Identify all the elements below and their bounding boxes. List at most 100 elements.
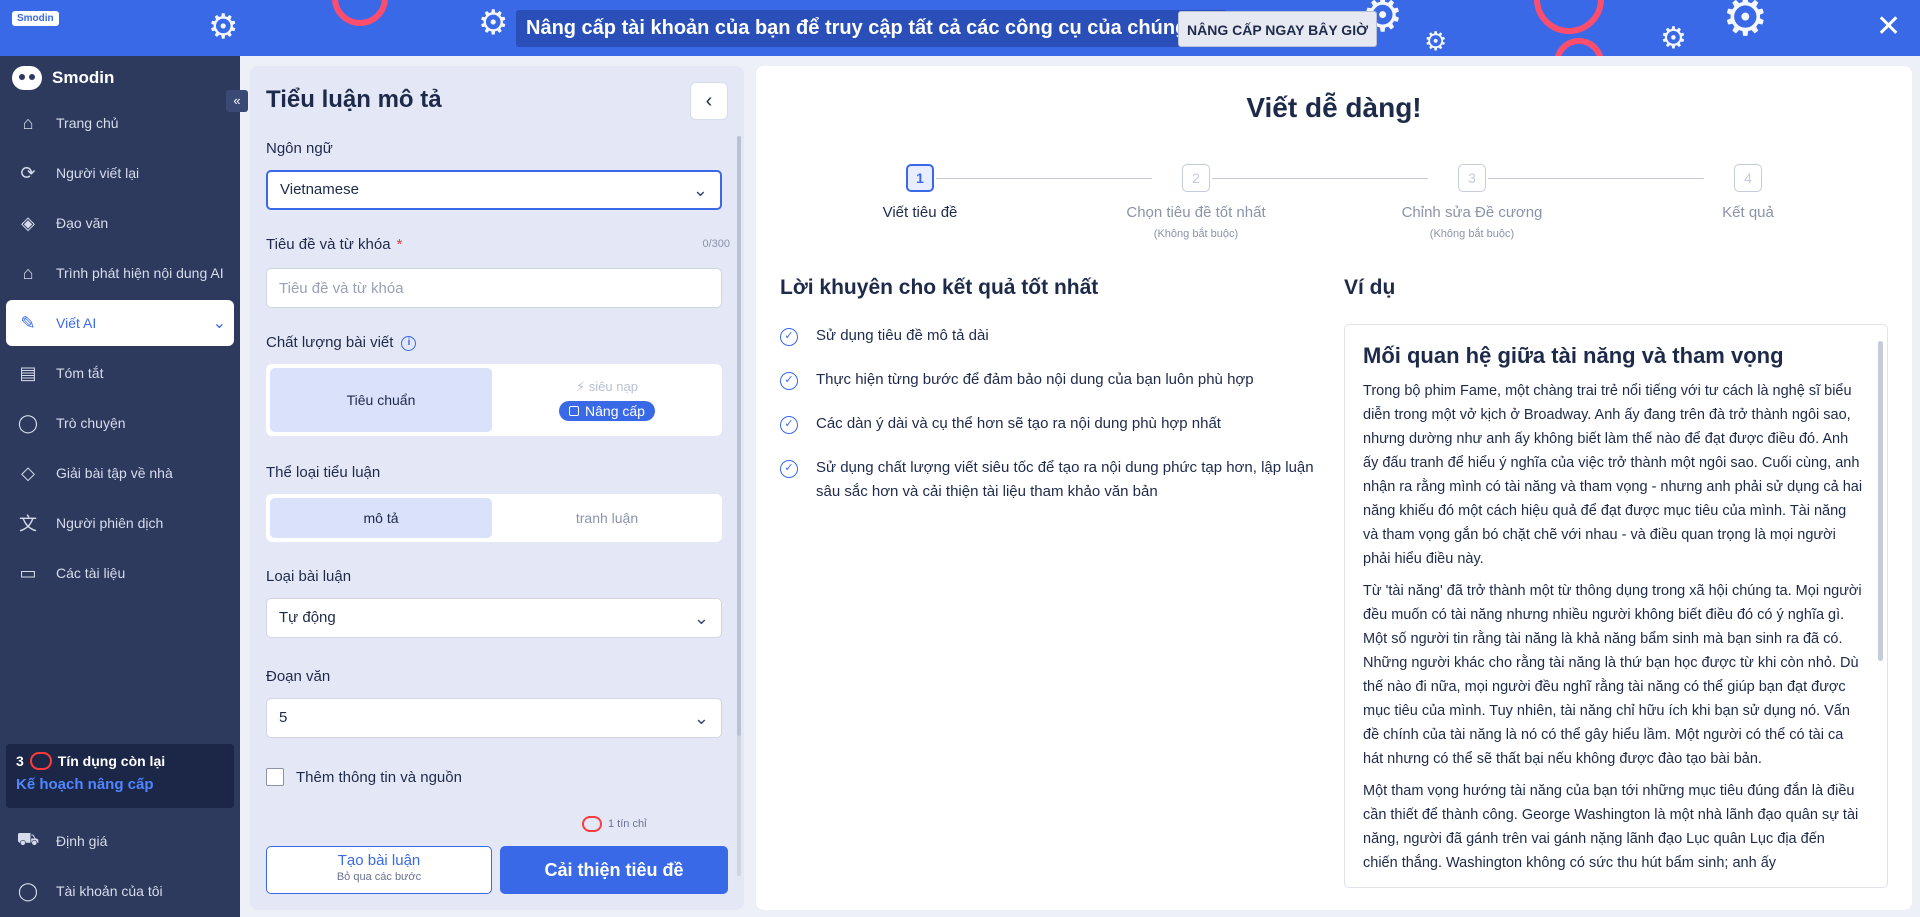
quality-upgrade-pill[interactable]: Nâng cấp [559, 401, 655, 421]
home-icon: ⌂ [22, 112, 34, 133]
quality-standard-option[interactable]: Tiêu chuẩn [270, 368, 492, 432]
sidebar-item-rewriter[interactable]: ⟳ Người viết lại [0, 148, 240, 198]
language-select[interactable]: Vietnamese ⌄ [266, 170, 722, 210]
credits-box: 3 Tín dụng còn lại Kế hoạch nâng cấp [6, 744, 234, 808]
folder-icon: ▭ [19, 562, 37, 583]
create-essay-button[interactable]: Tạo bài luận Bỏ qua các bước [266, 846, 492, 894]
chevron-down-icon: ⌄ [212, 315, 226, 332]
sidebar-item-ai-writer[interactable]: ✎ Viết AI ⌄ [6, 300, 234, 346]
check-circle-icon: ✓ [780, 328, 798, 346]
extra-info-label: Thêm thông tin và nguồn [296, 768, 462, 786]
sidebar-item-documents[interactable]: ▭ Các tài liệu [0, 548, 240, 598]
sidebar-item-label: Trò chuyện [56, 415, 126, 431]
smodin-logo-icon [12, 66, 42, 90]
paragraph-select[interactable]: 5 ⌄ [266, 698, 722, 738]
check-circle-icon: ✓ [780, 460, 798, 478]
improve-title-button[interactable]: Cải thiện tiêu đề [500, 846, 728, 894]
paragraph-value: 5 [279, 709, 288, 726]
upgrade-plan-link[interactable]: Kế hoạch nâng cấp [16, 776, 224, 793]
info-icon[interactable]: i [401, 335, 417, 351]
sidebar-item-label: Đạo văn [56, 215, 109, 231]
homework-icon: ◇ [21, 462, 35, 483]
lock-icon [569, 406, 580, 416]
ai-writer-icon: ✎ [20, 312, 36, 333]
essay-type-select[interactable]: Tự động ⌄ [266, 598, 722, 638]
sidebar-item-label: Tài khoản của tôi [56, 883, 163, 899]
extra-info-option[interactable]: Thêm thông tin và nguồn [266, 768, 462, 786]
cost-indicator: 1 tín chỉ [582, 816, 647, 832]
quality-super-option[interactable]: ⚡ siêu nạp Nâng cấp [496, 368, 718, 432]
step-2-sub: (Không bắt buộc) [1153, 228, 1239, 240]
sidebar-item-ai-detector[interactable]: ⌂ Trình phát hiện nội dung AI [0, 248, 240, 298]
step-3-sub: (Không bắt buộc) [1429, 228, 1515, 240]
decor-circle [1554, 38, 1604, 56]
scrollbar-thumb[interactable] [737, 136, 741, 736]
main-content: Viết dễ dàng! 1 Viết tiêu đề 2 Chọn tiêu… [756, 66, 1912, 910]
step-connector [1488, 178, 1704, 179]
example-heading: Mối quan hệ giữa tài năng và tham vọng [1363, 343, 1784, 368]
close-icon[interactable]: ✕ [1876, 12, 1901, 42]
genre-descriptive-option[interactable]: mô tả [270, 498, 492, 538]
example-scrollbar[interactable] [1878, 341, 1883, 661]
check-circle-icon: ✓ [780, 372, 798, 390]
step-4-number: 4 [1734, 164, 1762, 192]
sidebar-item-pricing[interactable]: ⛟ Định giá [0, 816, 240, 866]
tips-list: ✓ Sử dụng tiêu đề mô tả dài ✓ Thực hiện từ… [780, 324, 1320, 524]
extra-info-checkbox[interactable] [266, 768, 284, 786]
chevron-down-icon: ⌄ [693, 708, 709, 728]
gear-icon: ⚙ [1722, 0, 1769, 47]
hero-title: Viết dễ dàng! [1246, 92, 1422, 123]
plagiarism-icon: ◈ [21, 212, 35, 233]
tip-item: ✓ Thực hiện từng bước để đảm bảo nội dung… [780, 368, 1320, 392]
gear-icon: ⚙ [1660, 22, 1687, 55]
step-2-label: Chọn tiêu đề tốt nhất [1126, 204, 1266, 221]
quality-label: Chất lượng bài viết i [266, 334, 417, 351]
credits-count: 3 [16, 753, 24, 769]
sidebar-item-homework[interactable]: ◇ Giải bài tập về nhà [0, 448, 240, 498]
example-essay[interactable]: Mối quan hệ giữa tài năng và tham vọng T… [1344, 324, 1888, 888]
example-title: Ví dụ [1344, 276, 1396, 299]
sidebar-item-plagiarism[interactable]: ◈ Đạo văn [0, 198, 240, 248]
sidebar: Smodin « ⌂ Trang chủ ⟳ Người viết lại ◈ … [0, 56, 248, 917]
step-4-label: Kết quả [1722, 204, 1774, 221]
sidebar-item-account[interactable]: ◯ Tài khoản của tôi [0, 866, 240, 916]
collapse-sidebar-icon[interactable]: « [226, 90, 248, 112]
tip-text: Sử dụng tiêu đề mô tả dài [816, 327, 989, 344]
gear-icon: ⚙ [478, 4, 509, 42]
genre-argument-option[interactable]: tranh luận [496, 498, 718, 538]
step-3-label: Chỉnh sửa Đề cương [1401, 204, 1543, 221]
tip-text: Các dàn ý dài và cụ thể hơn sẽ tạo ra nộ… [816, 415, 1221, 432]
title-char-counter: 0/300 [702, 238, 730, 250]
sidebar-bottom-nav: ⛟ Định giá ◯ Tài khoản của tôi [0, 816, 240, 916]
decor-circle [1534, 0, 1604, 34]
essay-type-label: Loại bài luận [266, 568, 352, 585]
example-paragraph: Một tham vọng hướng tài năng của bạn tới… [1363, 783, 1859, 871]
title-keywords-input[interactable] [266, 268, 722, 308]
chevron-down-icon: ⌄ [692, 180, 708, 200]
step-3-number: 3 [1458, 164, 1486, 192]
chevron-left-icon: ‹ [705, 90, 713, 112]
upgrade-now-button[interactable]: NÂNG CẤP NGAY BÂY GIỜ [1178, 11, 1378, 47]
sidebar-item-label: Giải bài tập về nhà [56, 465, 173, 481]
essay-form-panel: Tiểu luận mô tả ‹ Ngôn ngữ Vietnamese ⌄ … [250, 66, 744, 910]
tip-text: Thực hiện từng bước để đảm bảo nội dung … [816, 371, 1254, 388]
credit-robot-icon [582, 816, 602, 832]
sidebar-item-chat[interactable]: ◯ Trò chuyện [0, 398, 240, 448]
sidebar-item-summarizer[interactable]: ▤ Tóm tắt [0, 348, 240, 398]
check-circle-icon: ✓ [780, 416, 798, 434]
translate-icon: 文 [19, 514, 37, 534]
sidebar-item-home[interactable]: ⌂ Trang chủ [0, 98, 240, 148]
form-scrollbar[interactable] [737, 136, 741, 876]
step-2-number: 2 [1182, 164, 1210, 192]
chat-icon: ◯ [17, 412, 39, 433]
gear-icon: ⚙ [208, 8, 239, 46]
back-button[interactable]: ‹ [690, 82, 728, 120]
brand[interactable]: Smodin [12, 66, 114, 90]
create-essay-sub: Bỏ qua các bước [336, 871, 422, 883]
form-title: Tiểu luận mô tả [266, 86, 442, 113]
brand-name: Smodin [52, 68, 115, 87]
example-paragraph: Trong bộ phim Fame, một chàng trai trẻ n… [1363, 383, 1863, 567]
sidebar-item-translator[interactable]: 文 Người phiên dịch [0, 498, 240, 548]
tip-item: ✓ Sử dụng chất lượng viết siêu tốc để tạo… [780, 456, 1320, 504]
user-icon: ◯ [17, 880, 39, 901]
